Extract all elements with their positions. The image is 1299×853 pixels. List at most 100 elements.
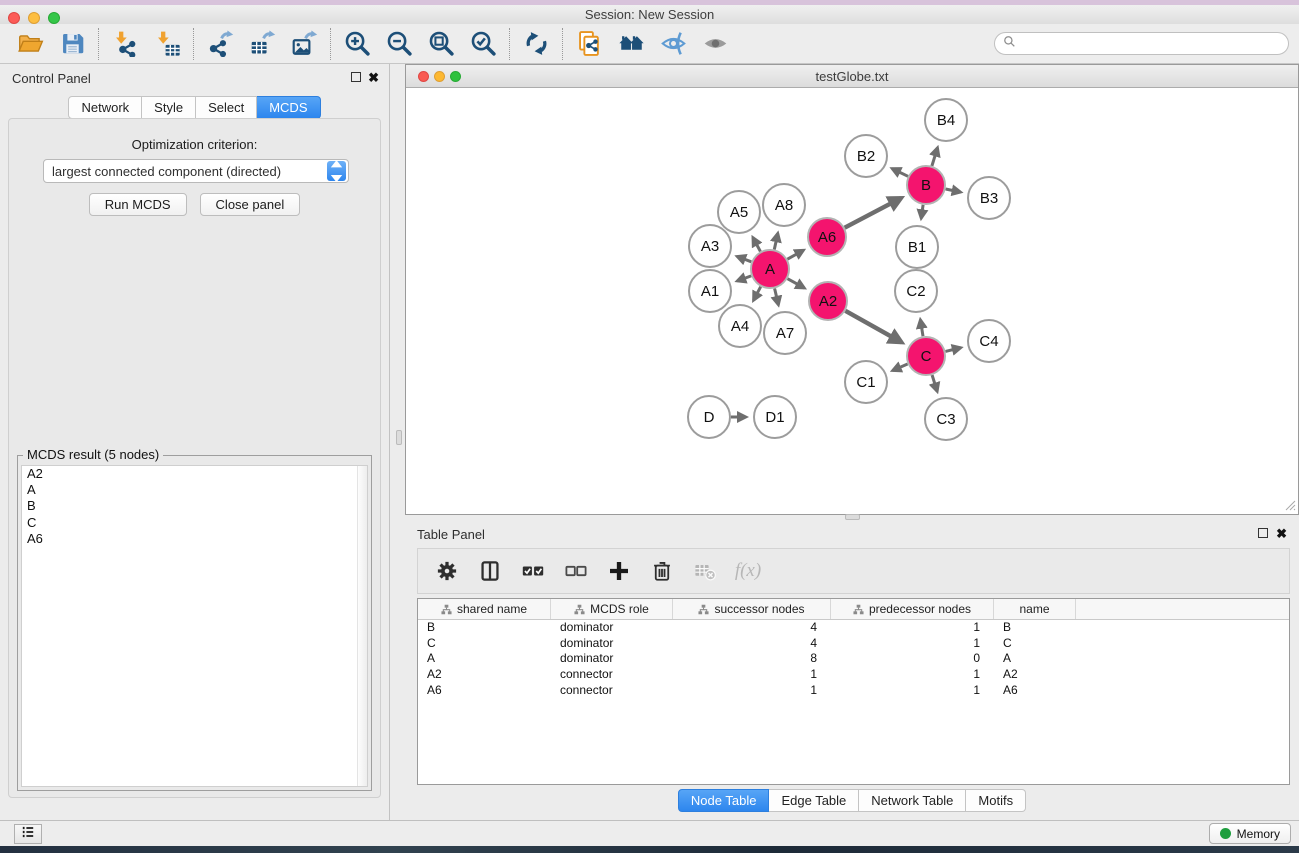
- graph-node-C2[interactable]: C2: [895, 270, 937, 312]
- graph-node-A1[interactable]: A1: [689, 270, 731, 312]
- import-table-icon[interactable]: [152, 29, 182, 59]
- zoom-in-icon[interactable]: [342, 29, 372, 59]
- graph-node-D[interactable]: D: [688, 396, 730, 438]
- graph-edge-A-A6[interactable]: [787, 250, 803, 259]
- mcds-result-item[interactable]: A2: [22, 466, 367, 482]
- table-cell[interactable]: C: [418, 636, 551, 652]
- graph-node-B3[interactable]: B3: [968, 177, 1010, 219]
- table-cell[interactable]: 1: [831, 636, 994, 652]
- graph-edge-A-A4[interactable]: [754, 287, 761, 301]
- table-cell[interactable]: dominator: [551, 651, 673, 667]
- table-cell[interactable]: 1: [673, 667, 831, 683]
- save-session-icon[interactable]: [57, 29, 87, 59]
- graph-node-B4[interactable]: B4: [925, 99, 967, 141]
- graph-node-C[interactable]: C: [907, 337, 945, 375]
- zoom-fit-icon[interactable]: [426, 29, 456, 59]
- graph-node-A5[interactable]: A5: [718, 191, 760, 233]
- mcds-list-scrollbar[interactable]: [357, 466, 367, 786]
- graph-edge-A-A3[interactable]: [737, 256, 751, 261]
- table-close-panel-icon[interactable]: ✖: [1276, 526, 1287, 542]
- network-canvas[interactable]: AA1A2A3A4A5A6A7A8BB1B2B3B4CC1C2C3C4DD1: [406, 88, 1298, 513]
- mcds-result-item[interactable]: A: [22, 482, 367, 498]
- task-history-button[interactable]: [14, 824, 42, 844]
- graph-node-B[interactable]: B: [907, 166, 945, 204]
- table-cell[interactable]: 4: [673, 636, 831, 652]
- graph-node-C4[interactable]: C4: [968, 320, 1010, 362]
- memory-button[interactable]: Memory: [1209, 823, 1291, 844]
- select-all-icon[interactable]: [518, 556, 548, 586]
- graph-node-B2[interactable]: B2: [845, 135, 887, 177]
- tab-motifs[interactable]: Motifs: [966, 789, 1026, 812]
- network-window-titlebar[interactable]: testGlobe.txt: [406, 65, 1298, 88]
- search-field[interactable]: [994, 32, 1289, 55]
- table-cell[interactable]: 1: [831, 667, 994, 683]
- tab-mcds[interactable]: MCDS: [257, 96, 320, 119]
- graph-edge-A-A8[interactable]: [774, 233, 778, 249]
- graph-edge-A2-C[interactable]: [845, 311, 901, 343]
- float-panel-icon[interactable]: [351, 72, 361, 82]
- graph-edge-A-A1[interactable]: [737, 276, 751, 281]
- table-cell[interactable]: B: [418, 620, 551, 636]
- column-header-predecessor-nodes[interactable]: predecessor nodes: [831, 599, 994, 619]
- graph-edge-B-B2[interactable]: [892, 169, 908, 177]
- graph-edge-A-A2[interactable]: [788, 279, 805, 288]
- table-row[interactable]: Cdominator41C: [418, 636, 1289, 652]
- column-header-shared-name[interactable]: shared name: [418, 599, 551, 619]
- graph-node-A6[interactable]: A6: [808, 218, 846, 256]
- table-cell[interactable]: A: [418, 651, 551, 667]
- table-cell[interactable]: A6: [994, 683, 1076, 699]
- table-cell[interactable]: 1: [831, 683, 994, 699]
- tab-network[interactable]: Network: [68, 96, 142, 119]
- graph-node-A3[interactable]: A3: [689, 225, 731, 267]
- add-row-icon[interactable]: [604, 556, 634, 586]
- table-cell[interactable]: A6: [418, 683, 551, 699]
- delete-row-icon[interactable]: [647, 556, 677, 586]
- table-row[interactable]: A2connector11A2: [418, 667, 1289, 683]
- close-panel-button[interactable]: Close panel: [200, 193, 301, 216]
- tab-select[interactable]: Select: [196, 96, 257, 119]
- mcds-result-item[interactable]: B: [22, 498, 367, 514]
- table-cell[interactable]: 4: [673, 620, 831, 636]
- table-cell[interactable]: A2: [418, 667, 551, 683]
- graph-edge-B-B1[interactable]: [921, 205, 923, 219]
- export-table-icon[interactable]: [247, 29, 277, 59]
- table-row[interactable]: Adominator80A: [418, 651, 1289, 667]
- table-cell[interactable]: A: [994, 651, 1076, 667]
- vertical-splitter-handle[interactable]: [396, 430, 402, 445]
- table-cell[interactable]: A2: [994, 667, 1076, 683]
- export-image-icon[interactable]: [289, 29, 319, 59]
- table-cell[interactable]: B: [994, 620, 1076, 636]
- mcds-result-list[interactable]: A2ABCA6: [21, 465, 368, 787]
- column-header-successor-nodes[interactable]: successor nodes: [673, 599, 831, 619]
- zoom-selected-icon[interactable]: [468, 29, 498, 59]
- open-session-icon[interactable]: [15, 29, 45, 59]
- home-view-icon[interactable]: [616, 29, 646, 59]
- graph-node-A8[interactable]: A8: [763, 184, 805, 226]
- mcds-result-item[interactable]: C: [22, 515, 367, 531]
- columns-icon[interactable]: [475, 556, 505, 586]
- table-cell[interactable]: 8: [673, 651, 831, 667]
- table-cell[interactable]: 0: [831, 651, 994, 667]
- mcds-result-item[interactable]: A6: [22, 531, 367, 547]
- graph-edge-C-C3[interactable]: [932, 375, 937, 391]
- graph-edge-A6-B[interactable]: [845, 198, 902, 228]
- graph-edge-B-B3[interactable]: [946, 189, 961, 192]
- refresh-network-icon[interactable]: [521, 29, 551, 59]
- hide-graphics-details-icon[interactable]: [658, 29, 688, 59]
- settings-icon[interactable]: [432, 556, 462, 586]
- tab-node-table[interactable]: Node Table: [678, 789, 770, 812]
- graph-node-A7[interactable]: A7: [764, 312, 806, 354]
- search-input[interactable]: [1017, 36, 1288, 51]
- criterion-select[interactable]: largest connected component (directed): [43, 159, 349, 183]
- table-cell[interactable]: 1: [831, 620, 994, 636]
- graph-edge-A-A7[interactable]: [775, 289, 779, 305]
- graph-node-C3[interactable]: C3: [925, 398, 967, 440]
- table-float-panel-icon[interactable]: [1258, 528, 1268, 538]
- graph-node-A[interactable]: A: [751, 250, 789, 288]
- graph-edge-C-C4[interactable]: [946, 348, 961, 352]
- deselect-all-icon[interactable]: [561, 556, 591, 586]
- column-header-name[interactable]: name: [994, 599, 1076, 619]
- graph-node-D1[interactable]: D1: [754, 396, 796, 438]
- column-header-MCDS-role[interactable]: MCDS role: [551, 599, 673, 619]
- run-mcds-button[interactable]: Run MCDS: [89, 193, 187, 216]
